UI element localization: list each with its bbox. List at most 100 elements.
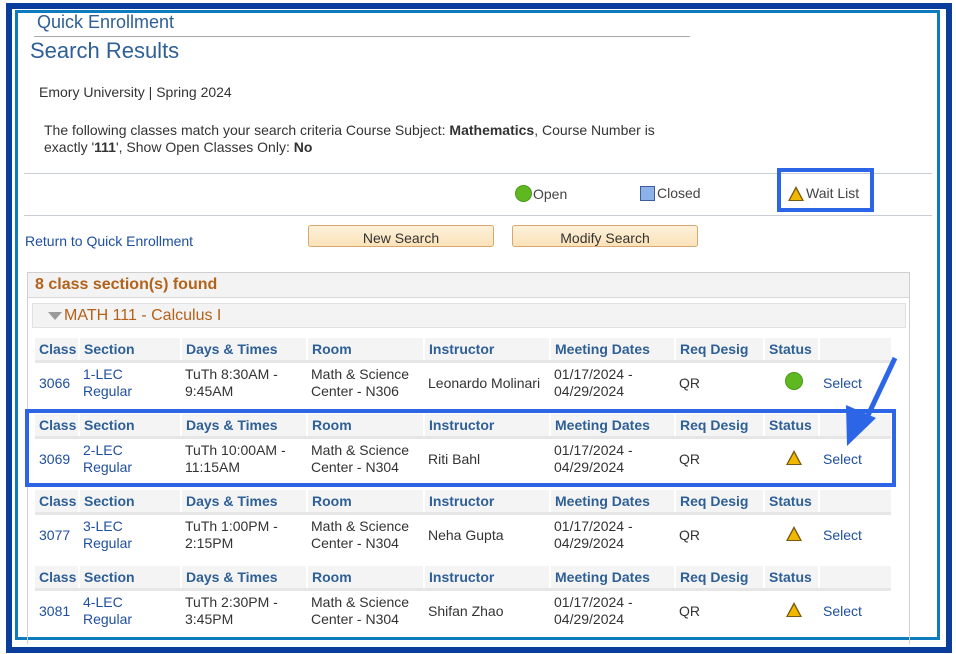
course-group-header[interactable]: MATH 111 - Calculus I [32, 303, 906, 328]
section-cell: 4-LEC Regular [79, 590, 181, 632]
times-end: 9:45AM [185, 383, 234, 399]
req-desig-cell: QR [679, 374, 700, 391]
class-number-link[interactable]: 3077 [39, 527, 70, 543]
section-row: 3077 3-LEC Regular TuTh 1:00PM -2:15PM Math … [35, 514, 891, 556]
class-number-link[interactable]: 3081 [39, 603, 70, 619]
room-building: Math & Science [311, 366, 410, 382]
institution-term: Emory University | Spring 2024 [39, 84, 232, 100]
return-to-quick-enrollment-link[interactable]: Return to Quick Enrollment [25, 233, 193, 249]
section-code: 1-LEC [83, 366, 123, 382]
section-cell: 1-LEC Regular [79, 362, 181, 404]
req-desig-cell: QR [679, 526, 700, 543]
column-header-room: Room [306, 566, 424, 591]
criteria-course-number: 111 [94, 139, 116, 155]
instructor-cell: Shifan Zhao [428, 602, 504, 619]
select-cell: Select [819, 514, 891, 556]
meeting-dates-cell: 01/17/2024 -04/29/2024 [550, 514, 675, 556]
room-cell: Math & Science Center - N306 [307, 362, 424, 404]
column-header-room: Room [306, 338, 424, 363]
section-session: Regular [83, 383, 133, 399]
section-code: 3-LEC [83, 518, 123, 534]
column-header-days-times: Days & Times [180, 490, 307, 515]
status-cell [764, 362, 819, 404]
meeting-dates-cell: 01/17/2024 -04/29/2024 [550, 590, 675, 632]
new-search-button[interactable]: New Search [308, 225, 494, 247]
select-cell: Select [819, 590, 891, 632]
column-header-meeting-dates: Meeting Dates [549, 490, 675, 515]
room-number: Center - N304 [311, 611, 399, 627]
legend-closed-label: Closed [657, 185, 701, 201]
section-table: Class Section Days & Times Room Instructor Me… [35, 490, 891, 555]
class-number-cell: 3077 [35, 514, 79, 556]
column-header-room: Room [306, 490, 424, 515]
column-header-meeting-dates: Meeting Dates [549, 566, 675, 591]
times-end: 2:15PM [185, 535, 234, 551]
column-header-status: Status [763, 338, 819, 363]
meeting-dates-cell: 01/17/2024 -04/29/2024 [550, 362, 675, 404]
course-title: MATH 111 - Calculus I [64, 307, 222, 324]
selected-section-highlight-box [25, 409, 896, 487]
date-end: 04/29/2024 [554, 611, 625, 627]
search-criteria: The following classes match your search … [44, 122, 694, 156]
times-start: TuTh 1:00PM - [185, 518, 278, 534]
blue-square-icon [640, 185, 655, 201]
column-header-instructor: Instructor [423, 566, 550, 591]
room-number: Center - N304 [311, 535, 399, 551]
column-header-section: Section [78, 566, 181, 591]
column-header-select [818, 490, 891, 515]
select-link[interactable]: Select [823, 375, 862, 391]
column-header-class: Class [35, 490, 79, 515]
section-table: Class Section Days & Times Room Instructor Me… [35, 566, 891, 631]
title-divider [34, 36, 690, 37]
waitlist-status-icon [785, 601, 802, 617]
select-link[interactable]: Select [823, 603, 862, 619]
times-start: TuTh 8:30AM - [185, 366, 278, 382]
select-cell: Select [819, 362, 891, 404]
green-circle-icon [515, 185, 532, 202]
column-header-req-desig: Req Desig [674, 338, 764, 363]
column-header-req-desig: Req Desig [674, 566, 764, 591]
days-times-cell: TuTh 1:00PM -2:15PM [181, 514, 307, 556]
date-start: 01/17/2024 - [554, 518, 633, 534]
results-header: 8 class section(s) found [28, 273, 909, 298]
collapse-triangle-icon[interactable] [48, 312, 62, 320]
instructor-cell: Neha Gupta [428, 526, 504, 543]
column-header-days-times: Days & Times [180, 338, 307, 363]
class-number-link[interactable]: 3066 [39, 375, 70, 391]
column-header-status: Status [763, 490, 819, 515]
class-number-cell: 3081 [35, 590, 79, 632]
app-title: Quick Enrollment [37, 12, 175, 32]
column-header-class: Class [35, 566, 79, 591]
modify-search-button[interactable]: Modify Search [512, 225, 698, 247]
column-header-req-desig: Req Desig [674, 490, 764, 515]
column-header-select [818, 338, 891, 363]
criteria-open-only: No [293, 139, 313, 155]
page: Quick Enrollment Search Results Emory Un… [0, 0, 956, 654]
legend-open-label: Open [533, 185, 568, 202]
room-cell: Math & Science Center - N304 [307, 590, 424, 632]
date-start: 01/17/2024 - [554, 594, 633, 610]
section-header-row: Class Section Days & Times Room Instructor Me… [35, 338, 891, 363]
status-cell [764, 590, 819, 632]
instructor-cell: Leonardo Molinari [428, 374, 541, 391]
room-building: Math & Science [311, 594, 410, 610]
section-link[interactable]: 1-LEC Regular [83, 366, 132, 399]
column-header-class: Class [35, 338, 79, 363]
section-link[interactable]: 4-LEC Regular [83, 594, 132, 627]
select-link[interactable]: Select [823, 527, 862, 543]
section-table: Class Section Days & Times Room Instructor Me… [35, 338, 891, 403]
legend-open: Open [515, 185, 567, 202]
section-link[interactable]: 3-LEC Regular [83, 518, 132, 551]
column-header-meeting-dates: Meeting Dates [549, 338, 675, 363]
date-end: 04/29/2024 [554, 383, 625, 399]
column-header-status: Status [763, 566, 819, 591]
waitlist-status-icon [785, 525, 802, 541]
date-end: 04/29/2024 [554, 535, 625, 551]
page-title: Search Results [30, 38, 180, 63]
date-start: 01/17/2024 - [554, 366, 633, 382]
results-count: 8 class section(s) found [35, 276, 218, 293]
criteria-text: The following classes match your search … [44, 122, 450, 138]
legend-closed: Closed [640, 185, 701, 201]
column-header-select [818, 566, 891, 591]
section-session: Regular [83, 535, 133, 551]
